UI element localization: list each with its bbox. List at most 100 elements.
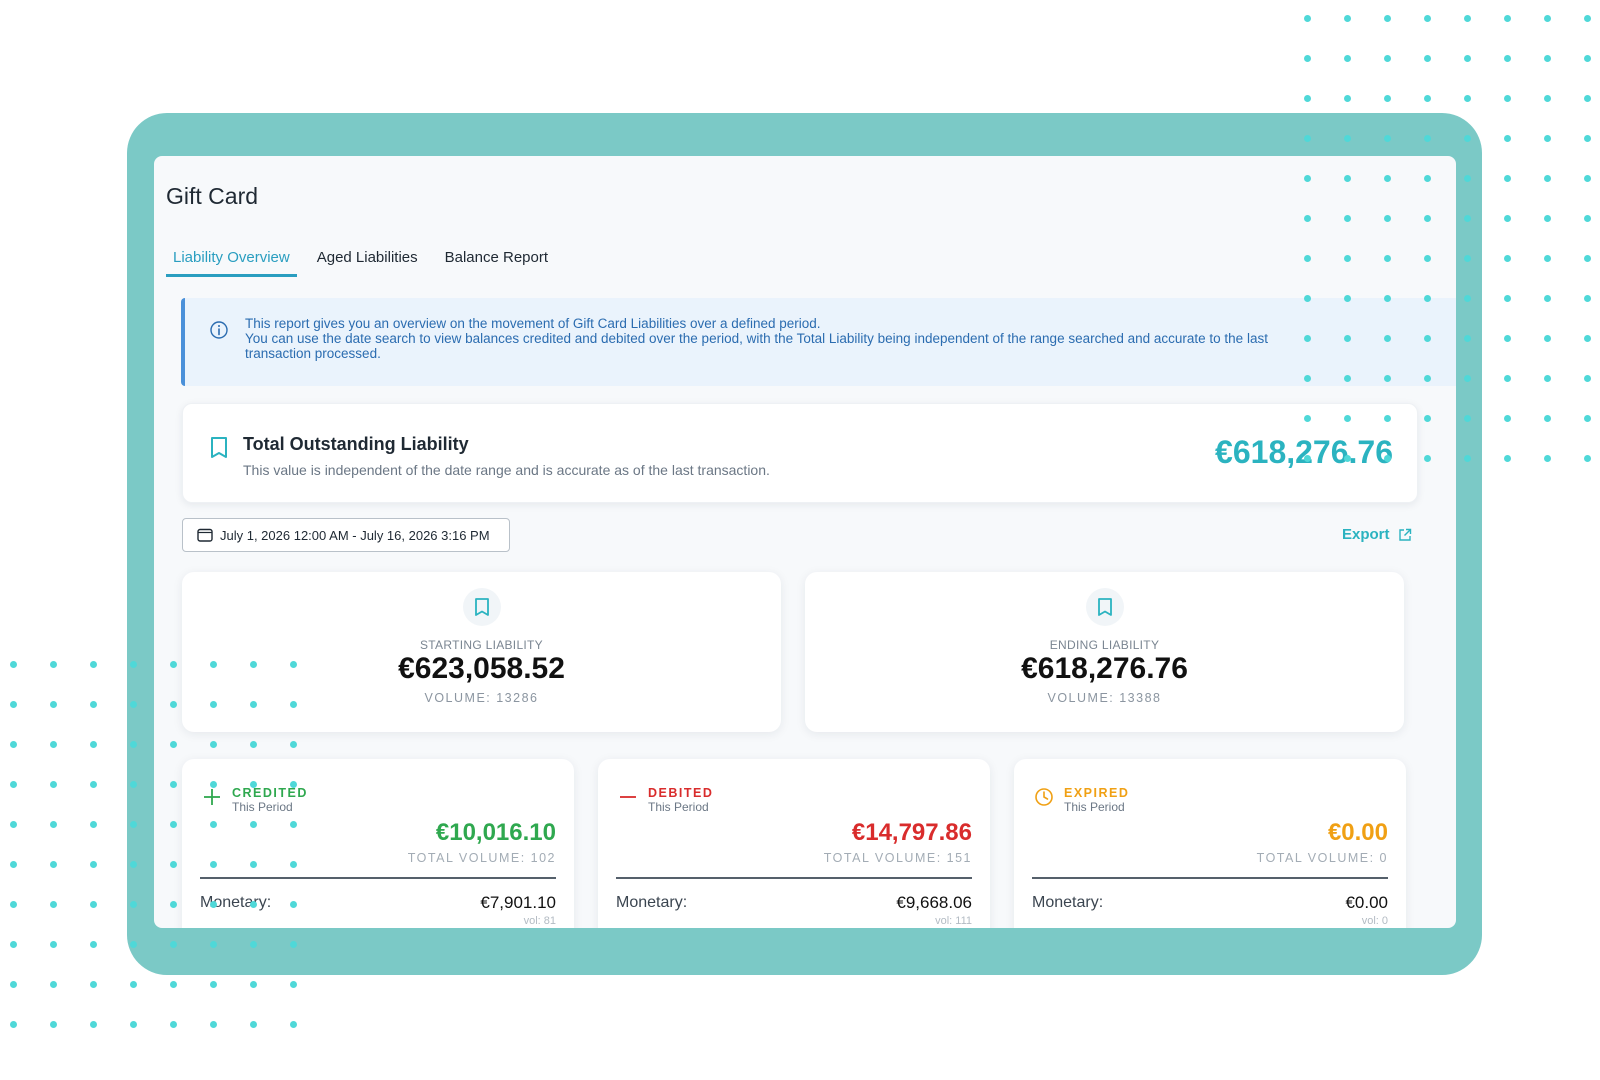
decorative-dot xyxy=(1584,455,1591,462)
ending-liability-icon-wrap xyxy=(1085,588,1124,626)
decorative-dot xyxy=(1544,415,1551,422)
expired-label: EXPIRED xyxy=(1064,786,1130,800)
calendar-icon xyxy=(197,528,213,542)
starting-liability-value: €623,058.52 xyxy=(398,652,565,685)
decorative-dot xyxy=(1544,95,1551,102)
minus-icon xyxy=(620,796,636,798)
ending-liability-label: ENDING LIABILITY xyxy=(1049,638,1160,652)
tab-aged-liabilities[interactable]: Aged Liabilities xyxy=(310,249,425,277)
decorative-dot xyxy=(10,741,17,748)
starting-liability-icon-wrap xyxy=(462,588,501,626)
decorative-dot xyxy=(1584,255,1591,262)
starting-liability-label: STARTING LIABILITY xyxy=(420,638,543,652)
decorative-dot xyxy=(1504,55,1511,62)
decorative-dot xyxy=(1544,335,1551,342)
decorative-dot xyxy=(1584,375,1591,382)
decorative-dot xyxy=(1544,295,1551,302)
decorative-dot xyxy=(1584,295,1591,302)
decorative-dot xyxy=(1344,95,1351,102)
bookmark-icon xyxy=(474,598,489,616)
decorative-dot xyxy=(1504,255,1511,262)
decorative-dot xyxy=(1384,95,1391,102)
decorative-dot xyxy=(10,781,17,788)
debited-monetary-value: €9,668.06 xyxy=(896,893,972,912)
decorative-dot xyxy=(50,1021,57,1028)
page-title: Gift Card xyxy=(166,183,259,209)
decorative-dot xyxy=(90,1021,97,1028)
tab-balance-report[interactable]: Balance Report xyxy=(438,249,555,277)
decorative-dot xyxy=(210,1021,217,1028)
decorative-dot xyxy=(50,821,57,828)
decorative-dot xyxy=(1504,95,1511,102)
decorative-dot xyxy=(10,981,17,988)
starting-liability-card: STARTING LIABILITY €623,058.52 VOLUME: 1… xyxy=(182,572,781,732)
decorative-dot xyxy=(90,701,97,708)
decorative-dot xyxy=(1544,375,1551,382)
date-range-text: July 1, 2026 12:00 AM - July 16, 2026 3:… xyxy=(220,527,490,543)
external-link-icon xyxy=(1398,528,1411,541)
decorative-dot xyxy=(1544,175,1551,182)
decorative-dot xyxy=(1544,215,1551,222)
expired-monetary-label: Monetary: xyxy=(1032,894,1104,911)
decorative-dot xyxy=(1304,95,1311,102)
decorative-dot xyxy=(10,701,17,708)
decorative-dot xyxy=(1544,455,1551,462)
date-range-picker[interactable]: July 1, 2026 12:00 AM - July 16, 2026 3:… xyxy=(182,518,510,552)
decorative-dot xyxy=(290,981,297,988)
decorative-dot xyxy=(1464,95,1471,102)
decorative-dot xyxy=(1464,15,1471,22)
credited-monetary-volume: vol: 81 xyxy=(523,915,556,927)
decorative-dot xyxy=(50,901,57,908)
export-button[interactable]: Export xyxy=(1342,526,1412,543)
decorative-dot xyxy=(1464,55,1471,62)
credited-value: €10,016.10 xyxy=(435,819,556,846)
total-liability-value: €618,276.76 xyxy=(1215,434,1393,470)
decorative-dot xyxy=(90,941,97,948)
decorative-dot xyxy=(1584,55,1591,62)
decorative-dot xyxy=(50,701,57,708)
decorative-dot xyxy=(90,821,97,828)
credited-card: CREDITED This Period €10,016.10 TOTAL VO… xyxy=(182,759,574,928)
plus-icon xyxy=(204,789,220,805)
tab-bar: Liability Overview Aged Liabilities Bala… xyxy=(166,249,568,277)
expired-divider xyxy=(1032,877,1388,879)
decorative-dot xyxy=(1544,55,1551,62)
credited-divider xyxy=(200,877,556,879)
decorative-dot xyxy=(10,821,17,828)
decorative-dot xyxy=(1504,135,1511,142)
expired-monetary-volume: vol: 0 xyxy=(1361,915,1388,927)
decorative-dot xyxy=(1504,455,1511,462)
decorative-dot xyxy=(1504,335,1511,342)
decorative-dot xyxy=(1344,55,1351,62)
decorative-dot xyxy=(1504,15,1511,22)
decorative-dot xyxy=(50,741,57,748)
debited-volume: TOTAL VOLUME: 151 xyxy=(823,851,972,865)
decorative-dot xyxy=(1424,95,1431,102)
decorative-dot xyxy=(130,981,137,988)
decorative-dot xyxy=(210,981,217,988)
credited-monetary-value: €7,901.10 xyxy=(480,893,556,912)
expired-monetary-value: €0.00 xyxy=(1345,893,1388,912)
decorative-dot xyxy=(1584,175,1591,182)
decorative-dot xyxy=(90,741,97,748)
decorative-dot xyxy=(1584,95,1591,102)
decorative-dot xyxy=(1384,15,1391,22)
tab-liability-overview[interactable]: Liability Overview xyxy=(166,249,297,277)
decorative-dot xyxy=(1504,295,1511,302)
ending-liability-value: €618,276.76 xyxy=(1021,652,1188,685)
decorative-dot xyxy=(1544,135,1551,142)
decorative-dot xyxy=(10,661,17,668)
decorative-dot xyxy=(1344,15,1351,22)
decorative-dot xyxy=(1584,15,1591,22)
decorative-dot xyxy=(90,781,97,788)
decorative-dot xyxy=(1504,415,1511,422)
decorative-dot xyxy=(1544,15,1551,22)
decorative-dot xyxy=(1304,55,1311,62)
decorative-dot xyxy=(1504,215,1511,222)
bookmark-icon xyxy=(211,437,227,458)
credited-subtitle: This Period xyxy=(232,800,293,814)
decorative-dot xyxy=(1424,55,1431,62)
debited-card: DEBITED This Period €14,797.86 TOTAL VOL… xyxy=(598,759,990,928)
export-label: Export xyxy=(1342,526,1390,543)
debited-value: €14,797.86 xyxy=(851,819,972,846)
